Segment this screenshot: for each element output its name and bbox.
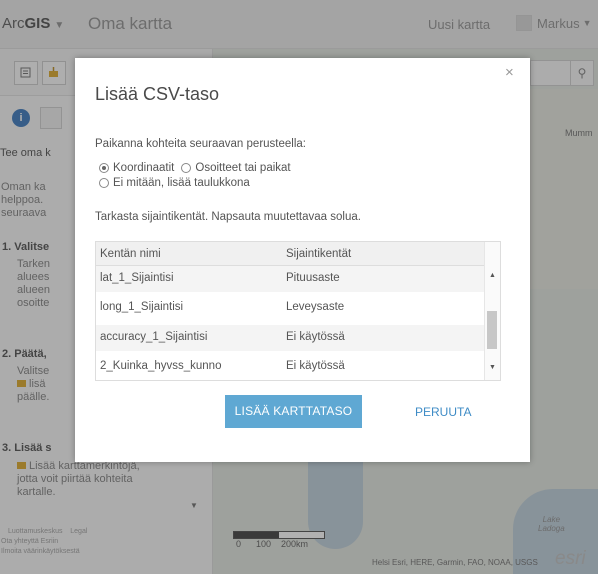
cancel-button[interactable]: PERUUTA — [415, 405, 471, 419]
column-header-field: Kentän nimi — [100, 248, 161, 260]
field-name-cell: lat_1_Sijaintisi — [100, 272, 174, 284]
radio-group-row: Ei mitään, lisää taulukkona — [99, 177, 250, 189]
close-icon[interactable]: × — [505, 65, 514, 80]
field-name-cell: long_1_Sijaintisi — [100, 301, 184, 313]
window-edge — [598, 0, 602, 574]
add-to-map-button[interactable]: LISÄÄ KARTTATASO — [225, 395, 362, 428]
radio-coordinates[interactable] — [99, 163, 109, 173]
table-instruction: Tarkasta sijaintikentät. Napsauta muutet… — [95, 211, 361, 223]
field-name-cell: accuracy_1_Sijaintisi — [100, 331, 208, 343]
location-field-cell[interactable]: Leveysaste — [286, 301, 344, 313]
location-field-cell[interactable]: Pituusaste — [286, 272, 340, 284]
radio-label[interactable]: Osoitteet tai paikat — [195, 162, 290, 174]
radio-group-row: Koordinaatit Osoitteet tai paikat — [99, 162, 291, 174]
table-header: Kentän nimi Sijaintikentät — [96, 242, 484, 266]
radio-addresses[interactable] — [181, 163, 192, 173]
location-field-cell[interactable]: Ei käytössä — [286, 360, 345, 372]
table-row[interactable]: accuracy_1_Sijaintisi Ei käytössä — [96, 325, 484, 351]
field-name-cell: 2_Kuinka_hyvss_kunno — [100, 360, 222, 372]
radio-label[interactable]: Ei mitään, lisää taulukkona — [113, 177, 250, 189]
column-header-location: Sijaintikentät — [286, 248, 352, 260]
add-csv-dialog: × Lisää CSV-taso Paikanna kohteita seura… — [75, 58, 530, 462]
table-row[interactable]: 2_Kuinka_hyvss_kunno Ei käytössä — [96, 354, 484, 380]
radio-label[interactable]: Koordinaatit — [113, 162, 174, 174]
scroll-thumb[interactable] — [487, 311, 497, 349]
table-row[interactable]: long_1_Sijaintisi Leveysaste — [96, 295, 484, 321]
location-field-cell[interactable]: Ei käytössä — [286, 331, 345, 343]
locate-prompt: Paikanna kohteita seuraavan perusteella: — [95, 138, 306, 150]
dialog-title: Lisää CSV-taso — [95, 84, 220, 104]
app-window: ArcGIS ▼ Oma kartta Uusi kartta Markus ▼ … — [0, 0, 598, 574]
table-scrollbar[interactable]: ▲ ▼ — [484, 242, 500, 380]
table-row[interactable]: lat_1_Sijaintisi Pituusaste — [96, 266, 484, 292]
radio-none-table[interactable] — [99, 178, 109, 188]
location-fields-table: Kentän nimi Sijaintikentät lat_1_Sijaint… — [95, 241, 501, 381]
scroll-down-icon[interactable]: ▼ — [489, 364, 496, 371]
scroll-up-icon[interactable]: ▲ — [489, 272, 496, 279]
